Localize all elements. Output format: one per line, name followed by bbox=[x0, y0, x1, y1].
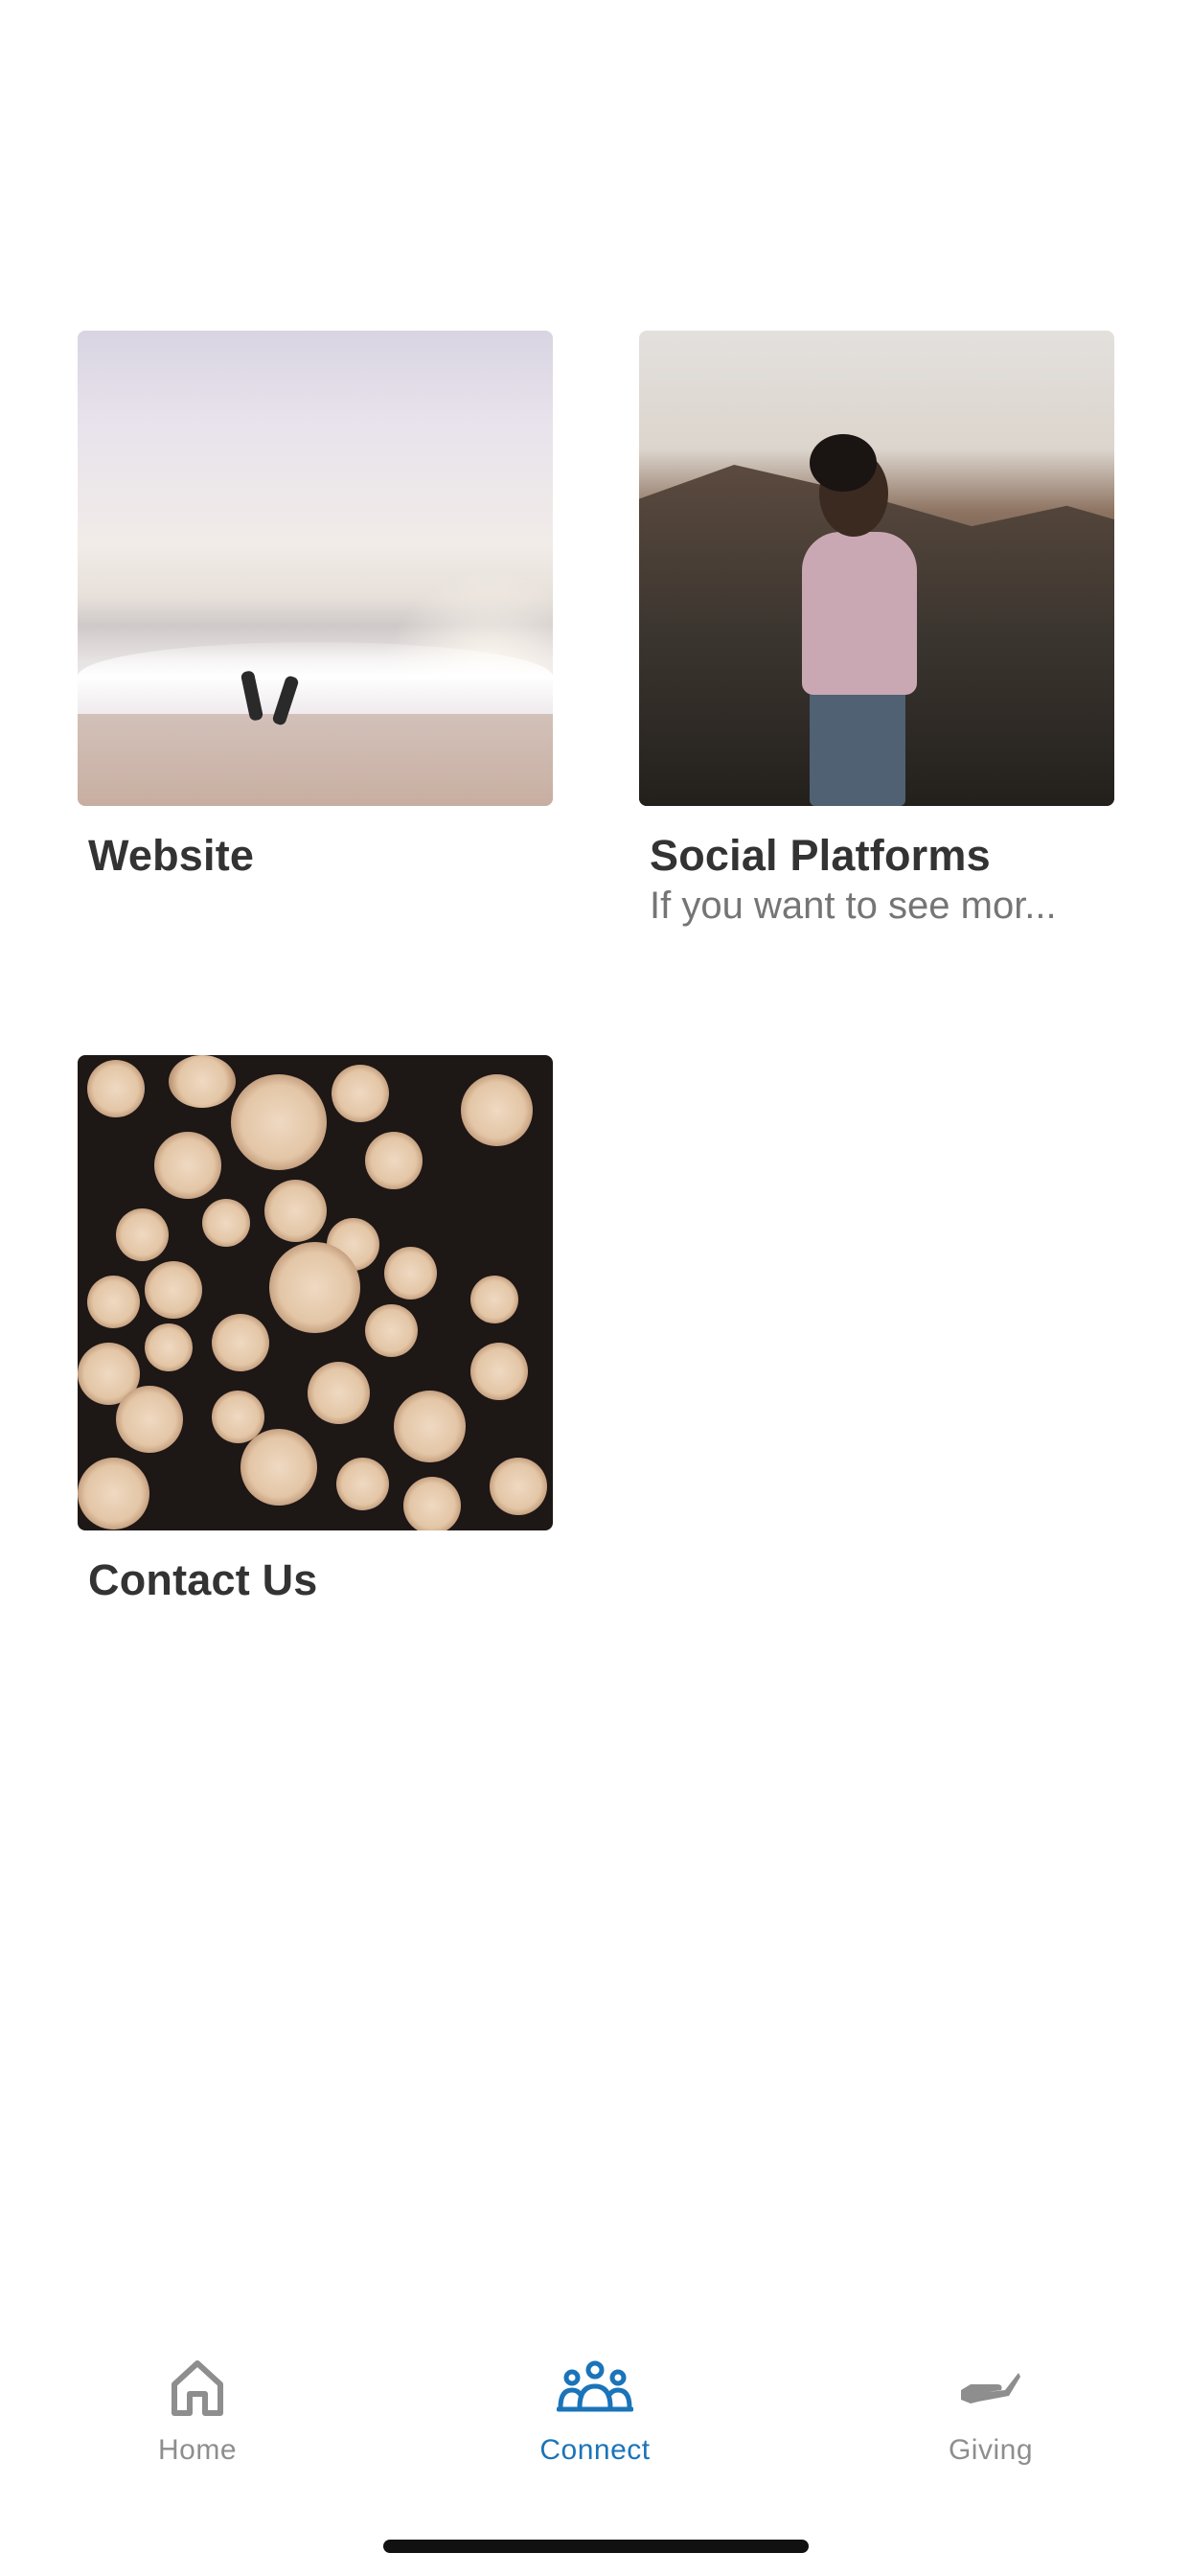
tab-home[interactable]: Home bbox=[54, 2338, 341, 2482]
tab-connect[interactable]: Connect bbox=[451, 2338, 739, 2482]
website-card[interactable]: Website bbox=[78, 331, 553, 881]
home-indicator bbox=[383, 2540, 809, 2553]
tab-home-label: Home bbox=[157, 2434, 238, 2466]
content-grid: Website Social Platforms If you want to … bbox=[0, 0, 1190, 2576]
people-group-icon bbox=[557, 2350, 633, 2426]
social-platforms-title: Social Platforms bbox=[650, 831, 991, 880]
giving-hand-icon bbox=[952, 2350, 1029, 2426]
tab-connect-label: Connect bbox=[539, 2434, 651, 2466]
social-platforms-image bbox=[639, 331, 1114, 806]
contact-us-image bbox=[78, 1055, 553, 1530]
home-icon bbox=[159, 2350, 236, 2426]
contact-us-title: Contact Us bbox=[88, 1555, 318, 1604]
social-platforms-card[interactable]: Social Platforms If you want to see mor.… bbox=[639, 331, 1114, 928]
website-title: Website bbox=[88, 831, 255, 880]
contact-us-card[interactable]: Contact Us bbox=[78, 1055, 553, 1605]
tab-giving-label: Giving bbox=[948, 2434, 1034, 2466]
social-platforms-subtitle: If you want to see mor... bbox=[650, 885, 1057, 927]
website-image bbox=[78, 331, 553, 806]
tab-giving[interactable]: Giving bbox=[847, 2338, 1134, 2482]
tab-bar: Home Connect Giving bbox=[0, 2338, 1190, 2482]
